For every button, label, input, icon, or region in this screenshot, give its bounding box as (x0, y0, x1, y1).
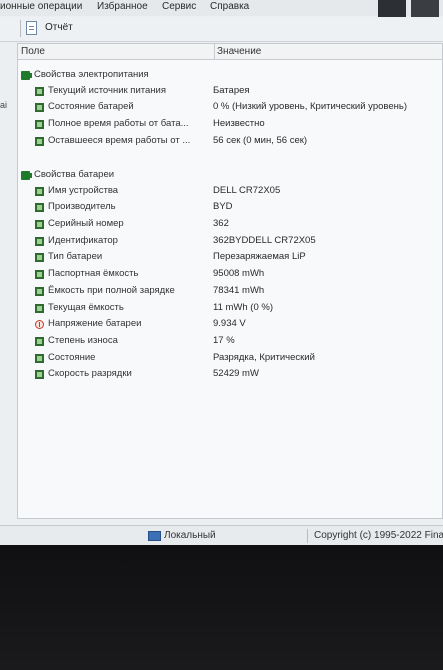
field-value: 78341 mWh (213, 285, 265, 296)
field-label: Оставшееся время работы от ... (48, 135, 191, 146)
field-label: Текущая ёмкость (48, 302, 124, 313)
field-label: Состояние батарей (48, 101, 134, 112)
list-item[interactable]: Состояние Разрядка, Критический (18, 350, 442, 366)
menu-service[interactable]: Сервис (162, 0, 196, 14)
field-value: 17 % (213, 335, 235, 346)
group-battery-properties[interactable]: Свойства батареи (18, 167, 442, 183)
device-icon (35, 103, 44, 112)
group-title: Свойства батареи (34, 169, 115, 180)
field-value: Разрядка, Критический (213, 352, 315, 363)
device-icon (35, 87, 44, 96)
menu-help[interactable]: Справка (210, 0, 249, 14)
aida-window: ионные операции Избранное Сервис Справка… (0, 0, 443, 546)
device-icon (35, 237, 44, 246)
properties-panel: Поле Значение Свойства электропитания Те… (17, 43, 443, 519)
field-label: Ёмкость при полной зарядке (48, 285, 175, 296)
list-item[interactable]: Текущая ёмкость 11 mWh (0 %) (18, 300, 442, 316)
group-power-properties[interactable]: Свойства электропитания (18, 67, 442, 83)
field-value: 11 mWh (0 %) (213, 302, 274, 313)
group-title: Свойства электропитания (34, 69, 149, 80)
device-icon (35, 287, 44, 296)
column-header-field[interactable]: Поле (21, 44, 45, 59)
menu-favorites[interactable]: Избранное (97, 0, 148, 14)
computer-icon (148, 531, 161, 541)
field-label: Напряжение батареи (48, 318, 142, 329)
list-item[interactable]: Тип батареи Перезаряжаемая LiP (18, 249, 442, 265)
field-value: 362 (213, 218, 229, 229)
field-value: 0 % (Низкий уровень, Критический уровень… (213, 101, 407, 112)
status-copyright: Copyright (c) 1995-2022 Fina (314, 530, 443, 541)
list-item[interactable]: Серийный номер 362 (18, 216, 442, 232)
list-item[interactable]: Текущий источник питания Батарея (18, 83, 442, 99)
field-value: 95008 mWh (213, 268, 265, 279)
side-pane-text: ai (0, 100, 8, 110)
field-label: Тип батареи (48, 251, 103, 262)
field-value: 56 сек (0 мин, 56 сек) (213, 135, 308, 146)
field-label: Идентификатор (48, 235, 118, 246)
field-value: 9.934 V (213, 318, 246, 329)
field-label: Текущий источник питания (48, 85, 166, 96)
column-header-value[interactable]: Значение (214, 44, 261, 59)
list-item[interactable]: Оставшееся время работы от ... 56 сек (0… (18, 133, 442, 149)
menu-bar: ионные операции Избранное Сервис Справка (0, 0, 443, 18)
list-item[interactable]: Имя устройства DELL CR72X05 (18, 183, 442, 199)
field-label: Степень износа (48, 335, 118, 346)
toolbar: Отчёт (0, 17, 443, 42)
field-value: 52429 mW (213, 368, 259, 379)
list-item[interactable]: Скорость разрядки 52429 mW (18, 366, 442, 382)
status-bar: Локальный Copyright (c) 1995-2022 Fina (0, 525, 443, 546)
report-icon[interactable] (26, 21, 37, 35)
list-item[interactable]: Паспортная ёмкость 95008 mWh (18, 266, 442, 282)
list-item[interactable]: Состояние батарей 0 % (Низкий уровень, К… (18, 99, 442, 115)
field-label: Паспортная ёмкость (48, 268, 139, 279)
list-item[interactable]: Производитель BYD (18, 199, 442, 215)
list-item[interactable]: Полное время работы от бата... Неизвестн… (18, 116, 442, 132)
device-icon (35, 120, 44, 129)
field-value: Перезаряжаемая LiP (213, 251, 306, 262)
field-value: Батарея (213, 85, 250, 96)
device-icon (35, 337, 44, 346)
device-icon (35, 220, 44, 229)
toolbar-divider (20, 20, 21, 37)
field-label: Имя устройства (48, 185, 119, 196)
list-item[interactable]: Идентификатор 362BYDDELL CR72X05 (18, 233, 442, 249)
battery-icon (21, 171, 32, 180)
status-divider (307, 529, 308, 543)
field-value: 362BYDDELL CR72X05 (213, 235, 316, 246)
device-icon (35, 304, 44, 313)
voltage-icon (35, 320, 44, 329)
field-value: BYD (213, 201, 233, 212)
field-label: Серийный номер (48, 218, 124, 229)
device-icon (35, 354, 44, 363)
device-icon (35, 203, 44, 212)
list-item[interactable]: Напряжение батареи 9.934 V (18, 316, 442, 332)
device-icon (35, 187, 44, 196)
maximize-button[interactable] (411, 0, 439, 18)
field-value: DELL CR72X05 (213, 185, 281, 196)
table-header: Поле Значение (18, 44, 442, 60)
report-button[interactable]: Отчёт (45, 22, 73, 33)
list-item[interactable]: Степень износа 17 % (18, 333, 442, 349)
device-icon (35, 253, 44, 262)
status-location: Локальный (164, 530, 216, 541)
battery-icon (21, 71, 32, 80)
list-item[interactable]: Ёмкость при полной зарядке 78341 mWh (18, 283, 442, 299)
device-icon (35, 137, 44, 146)
device-icon (35, 370, 44, 379)
field-label: Состояние (48, 352, 96, 363)
minimize-button[interactable] (378, 0, 406, 18)
field-value: Неизвестно (213, 118, 265, 129)
field-label: Полное время работы от бата... (48, 118, 189, 129)
screen-bezel (0, 545, 443, 670)
menu-operations[interactable]: ионные операции (0, 0, 82, 14)
device-icon (35, 270, 44, 279)
field-label: Скорость разрядки (48, 368, 132, 379)
field-label: Производитель (48, 201, 116, 212)
